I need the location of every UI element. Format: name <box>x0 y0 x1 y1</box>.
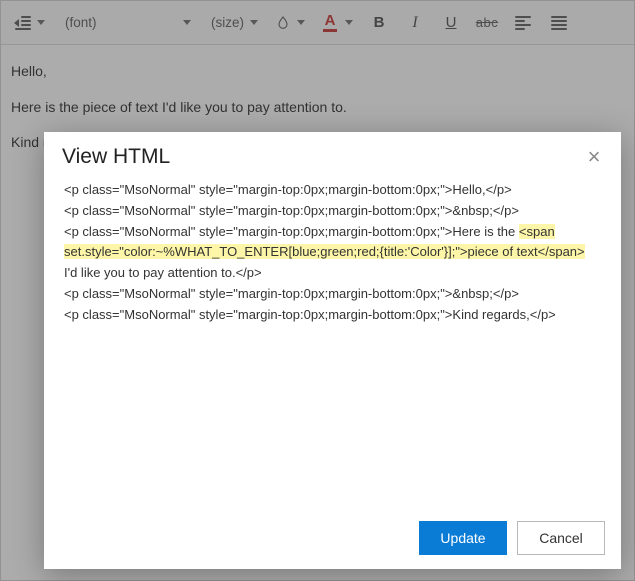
dialog-header: View HTML × <box>44 132 621 176</box>
close-button[interactable]: × <box>581 144 607 170</box>
cancel-button[interactable]: Cancel <box>517 521 605 555</box>
view-html-dialog: View HTML × <p class="MsoNormal" style="… <box>44 132 621 569</box>
dialog-footer: Update Cancel <box>44 511 621 569</box>
html-source-area[interactable]: <p class="MsoNormal" style="margin-top:0… <box>44 176 621 511</box>
update-label: Update <box>440 530 485 546</box>
cancel-label: Cancel <box>539 530 583 546</box>
dialog-title: View HTML <box>62 145 170 169</box>
update-button[interactable]: Update <box>419 521 507 555</box>
close-icon: × <box>588 146 601 168</box>
html-source-text: <p class="MsoNormal" style="margin-top:0… <box>64 180 601 325</box>
